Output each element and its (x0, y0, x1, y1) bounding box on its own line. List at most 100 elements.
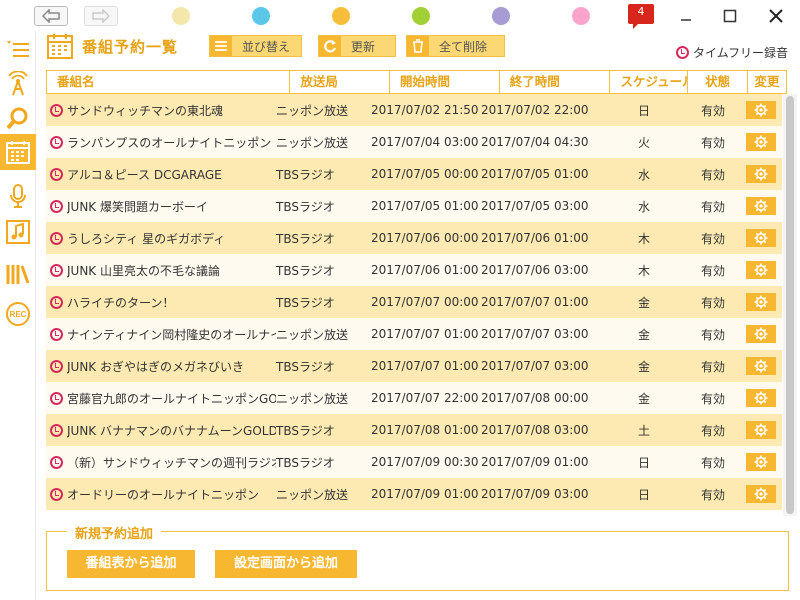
cell-start-time: 2017/07/02 21:50 (371, 103, 479, 117)
minimize-icon (681, 19, 691, 21)
table-row[interactable]: うしろシティ 星のギガボディ TBSラジオ 2017/07/06 00:00 2017… (46, 222, 782, 254)
cell-start-time: 2017/07/04 03:00 (371, 135, 479, 149)
gear-icon (754, 135, 768, 149)
rail-menu[interactable] (0, 32, 36, 68)
sort-label: 並び替え (242, 39, 291, 54)
table-row[interactable]: サンドウィッチマンの東北魂 ニッポン放送 2017/07/02 21:50 2017/… (46, 94, 782, 126)
cell-schedule: 木 (637, 231, 650, 246)
table-row[interactable]: ランパンプスのオールナイトニッポン ニッポン放送 2017/07/04 03:00 2… (46, 126, 782, 158)
edit-settings-button[interactable] (746, 133, 776, 151)
edit-settings-button[interactable] (746, 453, 776, 471)
edit-settings-button[interactable] (746, 293, 776, 311)
cell-start-time: 2017/07/06 00:00 (371, 231, 479, 245)
col-start-time[interactable]: 開始時間 (390, 71, 500, 93)
gear-icon (754, 391, 768, 405)
gear-icon (754, 423, 768, 437)
maximize-button[interactable] (720, 6, 740, 26)
add-from-settings-button[interactable]: 設定画面から追加 (215, 550, 357, 578)
cell-start-time: 2017/07/06 01:00 (371, 263, 479, 277)
theme-color-blue[interactable] (252, 7, 270, 25)
cell-schedule: 木 (637, 263, 650, 278)
cell-status: 有効 (700, 103, 725, 118)
cell-edit (741, 421, 782, 439)
table-row[interactable]: JUNK 山里亮太の不毛な議論 TBSラジオ 2017/07/06 01:00 201… (46, 254, 782, 286)
theme-color-green[interactable] (412, 7, 430, 25)
cell-schedule: 水 (637, 167, 650, 182)
rail-search[interactable] (0, 100, 36, 136)
table-row[interactable]: オードリーのオールナイトニッポン ニッポン放送 2017/07/09 01:00 20… (46, 478, 782, 510)
calendar-icon (6, 141, 30, 164)
cell-program-name: アルコ＆ピース DCGARAGE (46, 166, 276, 183)
minimize-button[interactable] (676, 6, 696, 26)
edit-settings-button[interactable] (746, 325, 776, 343)
rail-music[interactable] (0, 214, 36, 250)
edit-settings-button[interactable] (746, 357, 776, 375)
program-name: （新）サンドウィッチマンの週刊ラジオ (67, 455, 276, 470)
back-button[interactable] (34, 6, 68, 26)
theme-color-purple[interactable] (492, 7, 510, 25)
rail-radio[interactable] (0, 66, 36, 102)
edit-settings-button[interactable] (746, 101, 776, 119)
delete-all-button[interactable]: 全て削除 (406, 35, 505, 57)
cell-station: TBSラジオ (276, 231, 335, 246)
program-name: サンドウィッチマンの東北魂 (67, 103, 224, 118)
table-row[interactable]: JUNK 爆笑問題カーボーイ TBSラジオ 2017/07/05 01:00 2017… (46, 190, 782, 222)
table-row[interactable]: JUNK バナナマンのバナナムーンGOLD TBSラジオ 2017/07/08 01… (46, 414, 782, 446)
cell-status: 有効 (700, 263, 725, 278)
edit-settings-button[interactable] (746, 197, 776, 215)
sort-button[interactable]: 並び替え (209, 35, 302, 57)
menu-icon (7, 41, 29, 57)
notification-badge[interactable]: 4 (628, 4, 654, 29)
rail-schedule[interactable] (0, 134, 36, 170)
cell-schedule: 日 (637, 487, 650, 502)
table-row[interactable]: （新）サンドウィッチマンの週刊ラジオ TBSラジオ 2017/07/09 00:30… (46, 446, 782, 478)
cell-schedule: 金 (637, 359, 650, 374)
rail-library[interactable] (0, 256, 36, 292)
forward-button[interactable] (84, 6, 118, 26)
cell-status: 有効 (700, 487, 725, 502)
rail-record[interactable] (0, 178, 36, 214)
col-program-name[interactable]: 番組名 (47, 71, 291, 93)
program-name: ハライチのターン！ (67, 295, 175, 310)
col-schedule[interactable]: スケジュール (610, 71, 689, 93)
refresh-button[interactable]: 更新 (318, 35, 396, 57)
edit-settings-button[interactable] (746, 485, 776, 503)
table-row[interactable]: 宮藤官九郎のオールナイトニッポンGO ニッポン放送 2017/07/07 22:00… (46, 382, 782, 414)
table-row[interactable]: アルコ＆ピース DCGARAGE TBSラジオ 2017/07/05 00:00 20… (46, 158, 782, 190)
calendar-icon (47, 34, 73, 59)
theme-color-beige[interactable] (172, 7, 190, 25)
col-edit[interactable]: 変更 (748, 71, 786, 93)
cell-edit (741, 485, 782, 503)
cell-edit (741, 229, 782, 247)
col-station[interactable]: 放送局 (290, 71, 391, 93)
delete-all-label: 全て削除 (439, 39, 488, 54)
gear-icon (754, 295, 768, 309)
scrollbar-thumb[interactable] (786, 96, 794, 514)
edit-settings-button[interactable] (746, 229, 776, 247)
cell-station: TBSラジオ (276, 167, 335, 182)
gear-icon (754, 359, 768, 373)
rail-rec[interactable]: REC (0, 296, 36, 332)
clock-icon (50, 455, 63, 469)
cell-start-time: 2017/07/08 01:00 (371, 423, 479, 437)
theme-color-pink[interactable] (572, 7, 590, 25)
col-status[interactable]: 状態 (688, 71, 749, 93)
cell-end-time: 2017/07/02 22:00 (481, 103, 589, 117)
edit-settings-button[interactable] (746, 165, 776, 183)
close-icon (769, 9, 783, 23)
music-note-icon (6, 220, 30, 244)
cell-station: TBSラジオ (276, 359, 335, 374)
edit-settings-button[interactable] (746, 421, 776, 439)
close-button[interactable] (766, 6, 786, 26)
table-row[interactable]: ナインティナイン岡村隆史のオールナイ ニッポン放送 2017/07/07 01:00… (46, 318, 782, 350)
table-row[interactable]: JUNK おぎやはぎのメガネびいき TBSラジオ 2017/07/07 01:00 2… (46, 350, 782, 382)
timefree-record-link[interactable]: タイムフリー録音 (676, 44, 788, 61)
col-end-time[interactable]: 終了時間 (500, 71, 611, 93)
cell-program-name: 宮藤官九郎のオールナイトニッポンGO (46, 390, 276, 407)
edit-settings-button[interactable] (746, 389, 776, 407)
edit-settings-button[interactable] (746, 261, 776, 279)
table-row[interactable]: ハライチのターン！ TBSラジオ 2017/07/07 00:00 2017/07/0… (46, 286, 782, 318)
add-from-guide-button[interactable]: 番組表から追加 (67, 550, 195, 578)
vertical-scrollbar[interactable] (783, 94, 797, 516)
theme-color-orange[interactable] (332, 7, 350, 25)
